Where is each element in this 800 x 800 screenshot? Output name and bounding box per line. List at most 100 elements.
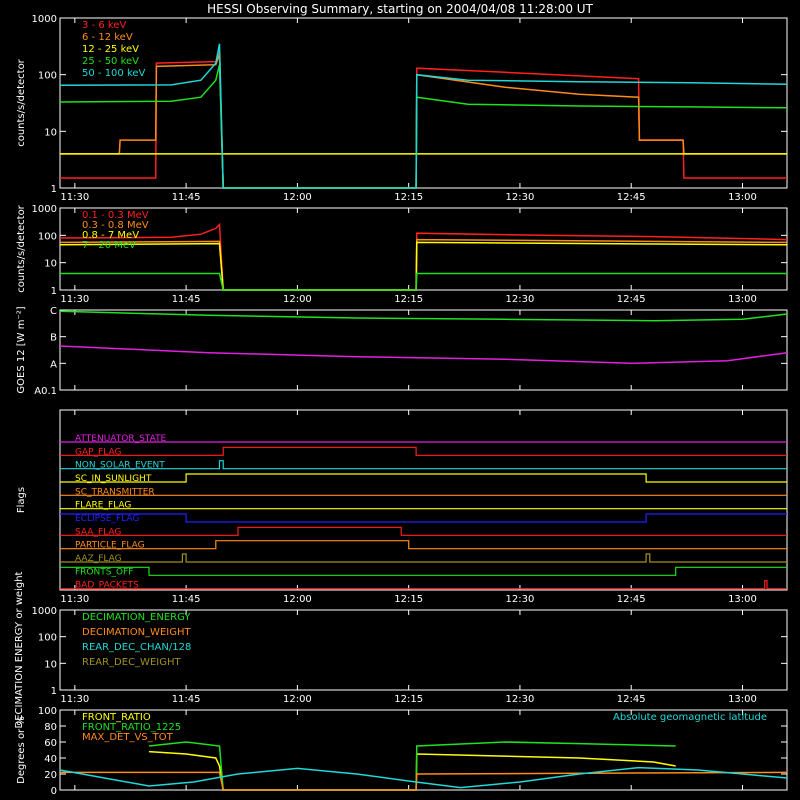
flag-label: PARTICLE_FLAG xyxy=(75,541,145,551)
panel-3: GOES 12 [W m⁻²] A0.1 A B C xyxy=(16,306,788,397)
flag-label: SC_IN_SUNLIGHT xyxy=(75,474,152,484)
flag-line xyxy=(60,526,787,536)
series-line xyxy=(59,310,788,322)
x-tick-label: 13:00 xyxy=(728,694,757,705)
flag-label: SAA_FLAG xyxy=(75,527,121,537)
legend-entry: 25 - 50 keV xyxy=(82,56,139,67)
x-tick-label: 11:30 xyxy=(60,192,89,203)
y-tick-label: 80 xyxy=(44,722,57,733)
x-tick-label: 11:45 xyxy=(172,294,201,305)
flag-line xyxy=(60,540,787,550)
panel-2: 11:30 11:45 12:00 12:15 12:30 12:45 13:00 count… xyxy=(16,204,788,305)
y-tick-label: 20 xyxy=(44,770,57,781)
y-tick-label: 10 xyxy=(44,659,57,670)
x-tick-label: 12:45 xyxy=(617,294,646,305)
x-tick-label: 12:00 xyxy=(283,294,312,305)
flag-label: SC_TRANSMITTER xyxy=(75,487,155,497)
legend-entry: 50 - 100 keV xyxy=(82,68,146,79)
x-tick-label: 13:00 xyxy=(728,294,757,305)
flag-line xyxy=(60,446,787,456)
panel-frame xyxy=(59,309,788,391)
x-tick-label: 12:45 xyxy=(617,694,646,705)
series-line xyxy=(59,222,788,291)
x-tick-label: 12:45 xyxy=(617,594,646,605)
x-tick-label: 12:00 xyxy=(283,694,312,705)
series-line xyxy=(60,51,787,189)
x-tick-label: 12:00 xyxy=(283,594,312,605)
panel-1: 11:30 11:45 12:00 12:15 12:30 12:45 13:00 count… xyxy=(16,14,788,203)
x-tick-label: 12:15 xyxy=(394,594,423,605)
flag-line xyxy=(60,513,787,523)
flag-line xyxy=(60,473,787,483)
y-tick-label: 100 xyxy=(38,71,57,82)
legend-entry: DECIMATION_ENERGY xyxy=(82,612,191,623)
legend-entry: 12 - 25 keV xyxy=(82,44,139,55)
y-tick-label: 100 xyxy=(38,231,57,242)
x-tick-label: 12:30 xyxy=(506,694,535,705)
y-tick-label: 40 xyxy=(44,754,57,765)
x-tick-label: 11:30 xyxy=(60,694,89,705)
flag-label: ECLIPSE_FLAG xyxy=(75,514,139,524)
flag-line xyxy=(60,553,787,563)
flag-line xyxy=(60,460,787,470)
y-axis-label: Flags xyxy=(16,487,27,513)
flag-label: AAZ_FLAG xyxy=(75,554,122,564)
flag-label: FRONTS_OFF xyxy=(75,567,133,577)
series-line xyxy=(60,53,787,189)
y-axis-label: DECIMATION ENERGY or weight xyxy=(14,571,25,728)
series-line xyxy=(59,238,788,291)
series-line xyxy=(59,345,788,365)
panel-frame xyxy=(59,207,788,291)
x-tick-label: 12:30 xyxy=(506,294,535,305)
flag-line xyxy=(60,566,787,576)
y-tick-label: 1000 xyxy=(32,204,57,215)
x-tick-label: 12:15 xyxy=(394,192,423,203)
y-tick-label: C xyxy=(50,306,57,317)
panel-6: Degrees or %020406080100FRONT_RATIOFRONT… xyxy=(16,706,788,797)
panel-frame xyxy=(59,17,788,189)
panels: 11:30 11:45 12:00 12:15 12:30 12:45 13:00 count… xyxy=(14,14,788,797)
y-tick-label: 1000 xyxy=(32,14,57,25)
legend-entry: REAR_DEC_CHAN/128 xyxy=(82,642,191,653)
x-tick-label: 11:45 xyxy=(172,594,201,605)
y-tick-label: 0 xyxy=(51,786,57,797)
y-tick-label: 10 xyxy=(44,127,57,138)
y-axis-label: counts/s/detector xyxy=(16,58,27,146)
y-tick-label: B xyxy=(50,333,57,344)
annotation-label: Absolute geomagnetic latitude xyxy=(613,712,767,723)
legend-entry: REAR_DEC_WEIGHT xyxy=(82,657,181,668)
observing-summary-chart: HESSI Observing Summary, starting on 200… xyxy=(14,2,788,797)
flag-line xyxy=(60,580,787,590)
y-tick-label: 60 xyxy=(44,738,57,749)
x-tick-label: 12:15 xyxy=(394,294,423,305)
series-line xyxy=(60,771,788,791)
y-tick-label: 1 xyxy=(51,686,57,697)
flag-label: ATTENUATOR_STATE xyxy=(75,434,167,444)
legend-entry: 7 - 20 MeV xyxy=(82,240,136,251)
panel-4: 11:30 11:45 12:00 12:15 12:30 12:45 13:00 Flags… xyxy=(16,409,788,605)
x-tick-label: 12:30 xyxy=(506,594,535,605)
flag-label: BAD_PACKETS xyxy=(75,581,139,591)
y-axis-label: Degrees or % xyxy=(16,716,27,784)
x-tick-label: 11:30 xyxy=(60,594,89,605)
y-tick-label: A0.1 xyxy=(34,386,57,397)
x-tick-label: 11:30 xyxy=(60,294,89,305)
x-tick-label: 11:45 xyxy=(172,694,201,705)
series-line xyxy=(59,766,788,789)
flag-label: GAP_FLAG xyxy=(75,447,121,457)
flag-label: NON_SOLAR_EVENT xyxy=(75,461,165,471)
y-tick-label: A xyxy=(50,359,57,370)
x-tick-label: 12:30 xyxy=(506,192,535,203)
series-line xyxy=(148,750,676,791)
x-tick-label: 11:45 xyxy=(172,192,201,203)
y-tick-label: 100 xyxy=(38,633,57,644)
y-axis-label: GOES 12 [W m⁻²] xyxy=(16,306,27,393)
y-tick-label: 100 xyxy=(38,706,57,717)
x-tick-label: 13:00 xyxy=(728,192,757,203)
y-tick-label: 1 xyxy=(51,184,57,195)
legend-entry: 6 - 12 keV xyxy=(82,32,133,43)
series-line xyxy=(148,741,676,791)
y-axis-label: counts/s/detector xyxy=(16,204,27,292)
x-tick-label: 13:00 xyxy=(728,594,757,605)
x-tick-label: 12:15 xyxy=(394,694,423,705)
